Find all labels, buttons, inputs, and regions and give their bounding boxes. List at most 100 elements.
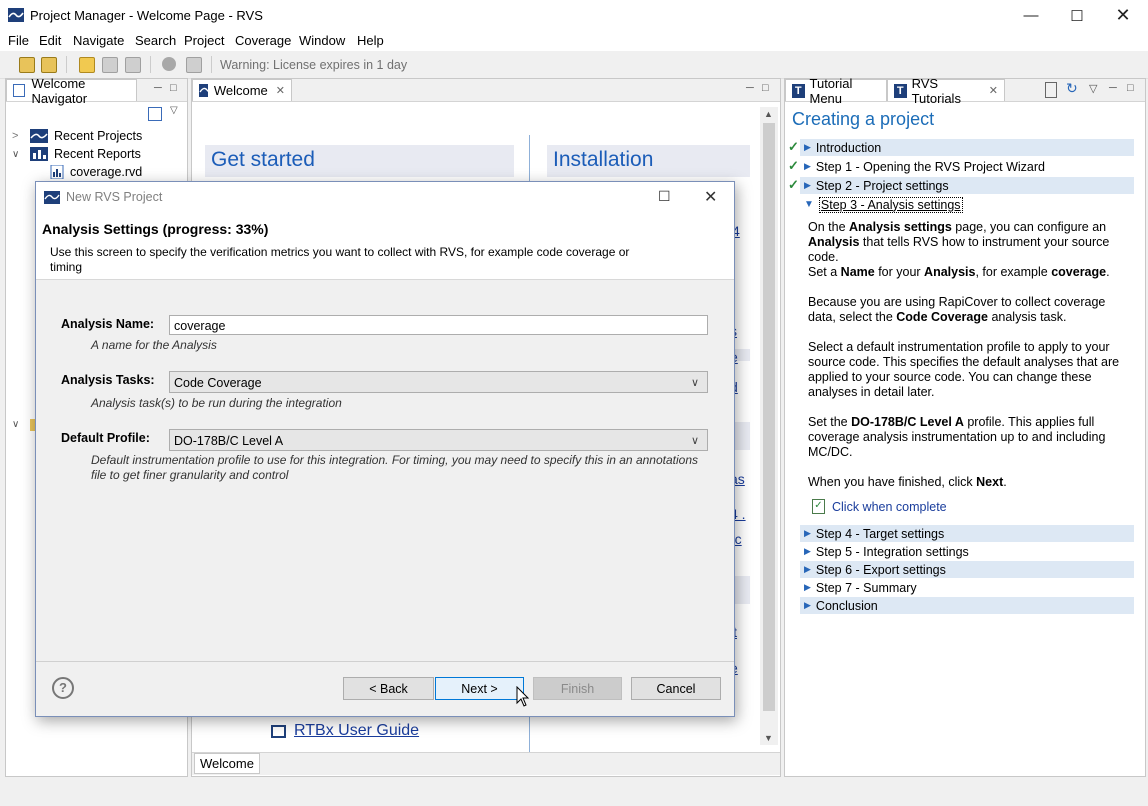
vertical-scrollbar[interactable]: ▲ ▼: [760, 107, 778, 745]
expand-triangle-icon: ▶: [804, 582, 811, 592]
tutorial-paragraph-5: Set the DO-178B/C Level A profile. This …: [808, 415, 1106, 459]
maximize-view-icon[interactable]: □: [1127, 82, 1134, 94]
expand-triangle-icon: ▶: [804, 161, 811, 171]
finish-button[interactable]: Finish: [533, 677, 622, 700]
close-tab-icon[interactable]: ✕: [276, 84, 285, 97]
scroll-down-icon[interactable]: ▼: [764, 733, 773, 743]
mouse-cursor-icon: [516, 686, 530, 707]
tutorial-step-5[interactable]: ▶ Step 5 - Integration settings: [800, 543, 1134, 560]
dialog-maximize-icon[interactable]: ☐: [658, 188, 671, 205]
minimize-view-icon[interactable]: ─: [746, 82, 754, 94]
expand-triangle-icon: ▶: [804, 564, 811, 574]
check-icon: ✓: [788, 158, 799, 173]
dialog-titlebar: New RVS Project ☐ ✕: [36, 182, 734, 212]
rtbx-user-guide-link[interactable]: RTBx User Guide: [271, 722, 419, 740]
scrollbar-thumb[interactable]: [763, 123, 775, 711]
back-button[interactable]: < Back: [343, 677, 434, 700]
tutorial-step-2[interactable]: ▶ Step 2 - Project settings: [800, 177, 1134, 194]
tutorial-step-conclusion[interactable]: ▶ Conclusion: [800, 597, 1134, 614]
default-profile-select[interactable]: DO-178B/C Level A ∨: [169, 429, 708, 451]
menu-navigate[interactable]: Navigate: [73, 33, 124, 48]
license-warning: Warning: License expires in 1 day: [220, 58, 408, 72]
collapse-triangle-icon: ▼: [804, 199, 814, 210]
menu-search[interactable]: Search: [135, 33, 176, 48]
collapse-all-icon[interactable]: [148, 107, 162, 121]
document-icon[interactable]: [1045, 82, 1057, 98]
chevron-down-icon: ∨: [690, 435, 699, 447]
tree-item-coverage-rvd[interactable]: coverage.rvd: [50, 163, 142, 181]
minimize-view-icon[interactable]: ─: [154, 82, 162, 94]
window-titlebar: Project Manager - Welcome Page - RVS — ☐…: [0, 0, 1148, 31]
menu-help[interactable]: Help: [357, 33, 384, 48]
minimize-view-icon[interactable]: ─: [1109, 82, 1117, 94]
tutorial-title: Creating a project: [792, 109, 935, 129]
tutorial-step-7[interactable]: ▶ Step 7 - Summary: [800, 579, 1134, 596]
tab-welcome[interactable]: Welcome ✕: [192, 79, 292, 101]
tutorial-paragraph-2: Set a Name for your Analysis, for exampl…: [808, 265, 1110, 279]
dialog-close-icon[interactable]: ✕: [704, 187, 717, 207]
rvs-tab-icon: [199, 84, 208, 97]
book-icon: [271, 724, 286, 738]
expand-triangle-icon: ▶: [804, 546, 811, 556]
menu-file[interactable]: File: [8, 33, 29, 48]
maximize-view-icon[interactable]: □: [170, 82, 177, 94]
tree-expand-icon[interactable]: ∨: [12, 419, 19, 430]
refresh-icon[interactable]: ↻: [1066, 80, 1078, 97]
tutorial-step-4[interactable]: ▶ Step 4 - Target settings: [800, 525, 1134, 542]
expand-triangle-icon: ▶: [804, 180, 811, 190]
analysis-name-input[interactable]: coverage: [169, 315, 708, 335]
scroll-up-icon[interactable]: ▲: [764, 109, 773, 119]
view-menu-icon[interactable]: ▽: [1089, 82, 1097, 95]
tab-rvs-tutorials[interactable]: T RVS Tutorials ✕: [887, 76, 1005, 106]
minimize-button[interactable]: —: [1008, 0, 1054, 31]
tutorial-paragraph-3: Because you are using RapiCover to colle…: [808, 295, 1106, 324]
dialog-heading: Analysis Settings (progress: 33%): [42, 221, 269, 237]
tab-tutorial-menu[interactable]: T Tutorial Menu: [785, 76, 887, 106]
analysis-tasks-hint: Analysis task(s) to be run during the in…: [91, 396, 342, 410]
tutorial-icon: T: [792, 83, 805, 98]
save-icon[interactable]: [102, 57, 118, 73]
rvs-logo-icon: [8, 8, 24, 22]
tutorial-paragraph-6: When you have finished, click Next.: [808, 475, 1007, 489]
menu-edit[interactable]: Edit: [39, 33, 61, 48]
help-icon[interactable]: ?: [52, 677, 74, 699]
maximize-button[interactable]: ☐: [1054, 0, 1100, 31]
tutorial-step-3-current[interactable]: ▼ Step 3 - Analysis settings: [800, 196, 1134, 213]
menu-window[interactable]: Window: [299, 33, 345, 48]
view-menu-icon[interactable]: ▽: [170, 105, 178, 116]
analysis-tasks-select[interactable]: Code Coverage ∨: [169, 371, 708, 393]
report-icon: [30, 147, 48, 161]
click-when-complete-link[interactable]: ✓ Click when complete: [812, 499, 947, 514]
run-icon[interactable]: [162, 57, 176, 71]
expand-triangle-icon: ▶: [804, 142, 811, 152]
expand-triangle-icon: ▶: [804, 600, 811, 610]
new-rvs-project-dialog: New RVS Project ☐ ✕ Analysis Settings (p…: [35, 181, 735, 717]
menu-project[interactable]: Project: [184, 33, 224, 48]
tutorial-step-1[interactable]: ▶ Step 1 - Opening the RVS Project Wizard: [800, 158, 1134, 175]
build-icon[interactable]: [186, 57, 202, 73]
analysis-name-hint: A name for the Analysis: [91, 338, 217, 352]
dialog-divider: [36, 661, 734, 662]
menu-bar: File Edit Navigate Search Project Covera…: [0, 31, 1148, 51]
get-started-heading: Get started: [205, 145, 514, 177]
tab-welcome-navigator[interactable]: Welcome Navigator: [6, 76, 137, 106]
menu-coverage[interactable]: Coverage: [235, 33, 291, 48]
print-icon[interactable]: [125, 57, 141, 73]
open-folder-icon[interactable]: [79, 57, 95, 73]
close-tab-icon[interactable]: ✕: [989, 84, 998, 97]
tab-welcome-bottom[interactable]: Welcome: [194, 753, 260, 774]
tree-item-recent-projects[interactable]: > Recent Projects: [12, 127, 142, 145]
cancel-button[interactable]: Cancel: [631, 677, 721, 700]
expand-triangle-icon: ▶: [804, 528, 811, 538]
tutorial-step-6[interactable]: ▶ Step 6 - Export settings: [800, 561, 1134, 578]
new-project-icon[interactable]: [19, 57, 35, 73]
dialog-title: New RVS Project: [66, 190, 163, 204]
new-report-icon[interactable]: [41, 57, 57, 73]
next-button[interactable]: Next >: [435, 677, 524, 700]
tutorial-step-introduction[interactable]: ▶ Introduction: [800, 139, 1134, 156]
tree-item-recent-reports[interactable]: ∨ Recent Reports: [12, 145, 141, 163]
maximize-view-icon[interactable]: □: [762, 82, 769, 94]
close-window-button[interactable]: ✕: [1100, 0, 1146, 31]
default-profile-label: Default Profile:: [61, 431, 150, 445]
check-icon: ✓: [788, 139, 799, 154]
